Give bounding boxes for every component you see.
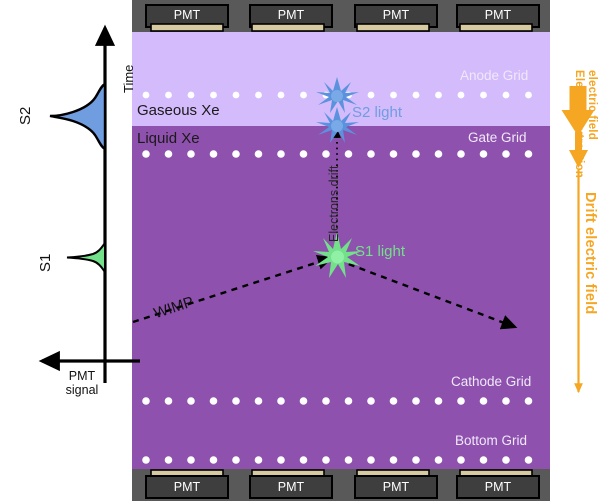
signal-axis-label: PMT signal — [47, 369, 117, 398]
bottom-pmt-1-label: PMT — [173, 480, 201, 494]
cathode-grid-label: Cathode Grid — [451, 374, 532, 389]
signal-axis-label-line2: signal — [65, 383, 99, 398]
s1-pulse-curve — [66, 239, 106, 276]
top-pmt-3-label: PMT — [382, 8, 410, 22]
electrons-drift-label: Electrons drift — [327, 165, 341, 242]
bottom-pmt-2-label: PMT — [277, 480, 305, 494]
extraction-field-label-line2: electric field — [586, 70, 598, 140]
signal-axis-label-line1: PMT — [68, 369, 96, 383]
top-pmt-4-label: PMT — [484, 8, 512, 22]
figure-root: Gaseous Xe Liquid Xe Anode Grid Gate Gri… — [0, 0, 600, 501]
liquid-xe-region — [132, 126, 550, 469]
drift-field-label: Drift electric field — [582, 192, 598, 315]
bottom-pmt-4-label: PMT — [484, 480, 512, 494]
top-pmt-2-label: PMT — [277, 8, 305, 22]
anode-grid-label: Anode Grid — [460, 68, 529, 83]
s1-pulse-label: S1 — [37, 253, 54, 272]
gaseous-xe-label: Gaseous Xe — [137, 102, 220, 119]
extraction-field-label-line1: Electron extraction — [573, 70, 585, 178]
s1-light-label: S1 light — [355, 243, 406, 260]
s2-light-label: S2 light — [352, 104, 403, 121]
top-pmt-1-label: PMT — [173, 8, 201, 22]
s2-pulse-label: S2 — [17, 106, 34, 125]
s2-pulse-curve — [49, 82, 107, 151]
time-axis-label: Time — [121, 64, 136, 93]
gate-grid-label: Gate Grid — [468, 130, 527, 145]
bottom-pmt-3-label: PMT — [382, 480, 410, 494]
bottom-grid-label: Bottom Grid — [455, 433, 528, 448]
liquid-xe-label: Liquid Xe — [137, 130, 200, 147]
